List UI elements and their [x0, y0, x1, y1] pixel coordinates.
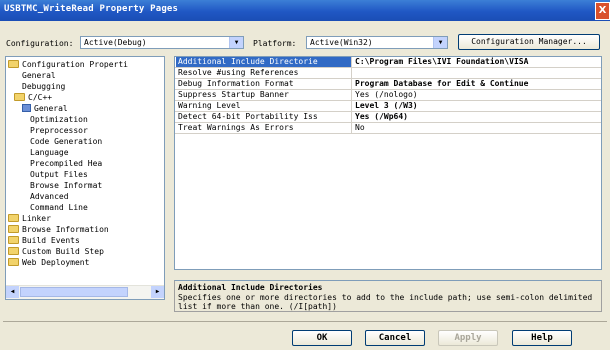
- tree-item-label: General: [22, 71, 56, 80]
- property-value[interactable]: Program Database for Edit & Continue: [353, 79, 601, 89]
- chevron-down-icon[interactable]: ▼: [433, 37, 447, 48]
- tree-item[interactable]: Advanced: [30, 192, 69, 201]
- tree-item[interactable]: Browse Informat: [30, 181, 102, 190]
- tree-item-label: Language: [30, 148, 69, 157]
- tree-item-label: Output Files: [30, 170, 88, 179]
- property-name: Debug Information Format: [176, 79, 352, 89]
- folder-icon: [8, 236, 19, 244]
- help-button[interactable]: Help: [512, 330, 572, 346]
- tree-item[interactable]: Language: [30, 148, 69, 157]
- folder-icon: [8, 247, 19, 255]
- property-name: Resolve #using References: [176, 68, 352, 78]
- folder-icon: [8, 258, 19, 266]
- tree-item[interactable]: Browse Information: [8, 225, 109, 234]
- property-page-icon: [22, 104, 31, 112]
- tree-item-label: Advanced: [30, 192, 69, 201]
- tree-item[interactable]: Output Files: [30, 170, 88, 179]
- title-bar[interactable]: USBTMC_WriteRead Property Pages X: [0, 0, 610, 21]
- property-value[interactable]: No: [353, 123, 601, 133]
- tree-horizontal-scrollbar[interactable]: ◀ ▶: [6, 285, 164, 299]
- tree-item[interactable]: Optimization: [30, 115, 88, 124]
- platform-label: Platform:: [253, 39, 297, 48]
- tree-item[interactable]: Debugging: [22, 82, 65, 91]
- property-row[interactable]: Resolve #using References: [175, 68, 601, 79]
- property-pages-dialog: USBTMC_WriteRead Property Pages X Config…: [0, 0, 610, 350]
- configuration-manager-button[interactable]: Configuration Manager...: [458, 34, 600, 50]
- tree-item[interactable]: Preprocessor: [30, 126, 88, 135]
- tree-item[interactable]: General: [22, 104, 68, 113]
- tree-item[interactable]: Configuration Properti: [8, 60, 128, 69]
- tree-item[interactable]: Web Deployment: [8, 258, 89, 267]
- chevron-down-icon[interactable]: ▼: [229, 37, 243, 48]
- tree-item-label: General: [34, 104, 68, 113]
- tree-item[interactable]: Custom Build Step: [8, 247, 104, 256]
- scroll-right-icon[interactable]: ▶: [151, 286, 164, 298]
- property-grid[interactable]: Additional Include Directorie C:\Program …: [174, 56, 602, 270]
- tree-item[interactable]: Build Events: [8, 236, 80, 245]
- property-row[interactable]: Additional Include Directorie C:\Program …: [175, 57, 601, 68]
- folder-icon: [8, 214, 19, 222]
- property-row[interactable]: Treat Warnings As Errors No: [175, 123, 601, 134]
- tree-item[interactable]: Linker: [8, 214, 51, 223]
- tree-item-label: Web Deployment: [22, 258, 90, 267]
- property-name: Suppress Startup Banner: [176, 90, 352, 100]
- platform-value: Active(Win32): [310, 38, 373, 47]
- property-value[interactable]: Yes (/nologo): [353, 90, 601, 100]
- property-name: Additional Include Directorie: [176, 57, 352, 67]
- folder-open-icon: [8, 60, 19, 68]
- apply-button[interactable]: Apply: [438, 330, 498, 346]
- tree-item-label: Command Line: [30, 203, 88, 212]
- tree-item[interactable]: Precompiled Hea: [30, 159, 102, 168]
- tree-item[interactable]: Command Line: [30, 203, 88, 212]
- description-panel: Additional Include Directories Specifies…: [174, 280, 602, 312]
- tree-item-label: Preprocessor: [30, 126, 88, 135]
- property-value[interactable]: C:\Program Files\IVI Foundation\VISA: [353, 57, 601, 67]
- tree-item-label: Browse Informat: [30, 181, 103, 190]
- folder-icon: [8, 225, 19, 233]
- property-row[interactable]: Detect 64-bit Portability Iss Yes (/Wp64): [175, 112, 601, 123]
- platform-combo[interactable]: Active(Win32) ▼: [306, 36, 448, 49]
- property-name: Detect 64-bit Portability Iss: [176, 112, 352, 122]
- scroll-thumb[interactable]: [20, 287, 128, 297]
- property-row[interactable]: Warning Level Level 3 (/W3): [175, 101, 601, 112]
- tree-item-label: Debugging: [22, 82, 66, 91]
- tree-item-label: Linker: [22, 214, 51, 223]
- close-button[interactable]: X: [595, 2, 610, 20]
- divider: [3, 321, 607, 322]
- property-name: Warning Level: [176, 101, 352, 111]
- description-text: Specifies one or more directories to add…: [178, 293, 593, 311]
- tree-item-label: Precompiled Hea: [30, 159, 103, 168]
- tree-item[interactable]: General: [22, 71, 56, 80]
- tree-item-label: Custom Build Step: [22, 247, 104, 256]
- tree-item-label: Browse Information: [22, 225, 109, 234]
- configuration-label: Configuration:: [6, 39, 74, 48]
- tree-item-label: Configuration Properti: [22, 60, 128, 69]
- scroll-left-icon[interactable]: ◀: [6, 286, 19, 298]
- configuration-value: Active(Debug): [84, 38, 147, 47]
- window-title: USBTMC_WriteRead Property Pages: [4, 4, 179, 14]
- tree-item-label: Code Generation: [30, 137, 103, 146]
- property-tree[interactable]: Configuration Properti General Debugging C/…: [5, 56, 165, 300]
- property-row[interactable]: Debug Information Format Program Database…: [175, 79, 601, 90]
- tree-item-label: Optimization: [30, 115, 88, 124]
- property-value[interactable]: Level 3 (/W3): [353, 101, 601, 111]
- cancel-button[interactable]: Cancel: [365, 330, 425, 346]
- property-value[interactable]: [353, 68, 601, 78]
- tree-item-label: Build Events: [22, 236, 80, 245]
- tree-item[interactable]: Code Generation: [30, 137, 102, 146]
- ok-button[interactable]: OK: [292, 330, 352, 346]
- folder-open-icon: [14, 93, 25, 101]
- tree-item-label: C/C++: [28, 93, 53, 102]
- description-title: Additional Include Directories: [178, 283, 323, 292]
- property-row[interactable]: Suppress Startup Banner Yes (/nologo): [175, 90, 601, 101]
- property-name: Treat Warnings As Errors: [176, 123, 352, 133]
- configuration-combo[interactable]: Active(Debug) ▼: [80, 36, 244, 49]
- property-value[interactable]: Yes (/Wp64): [353, 112, 601, 122]
- tree-item[interactable]: C/C++: [14, 93, 52, 102]
